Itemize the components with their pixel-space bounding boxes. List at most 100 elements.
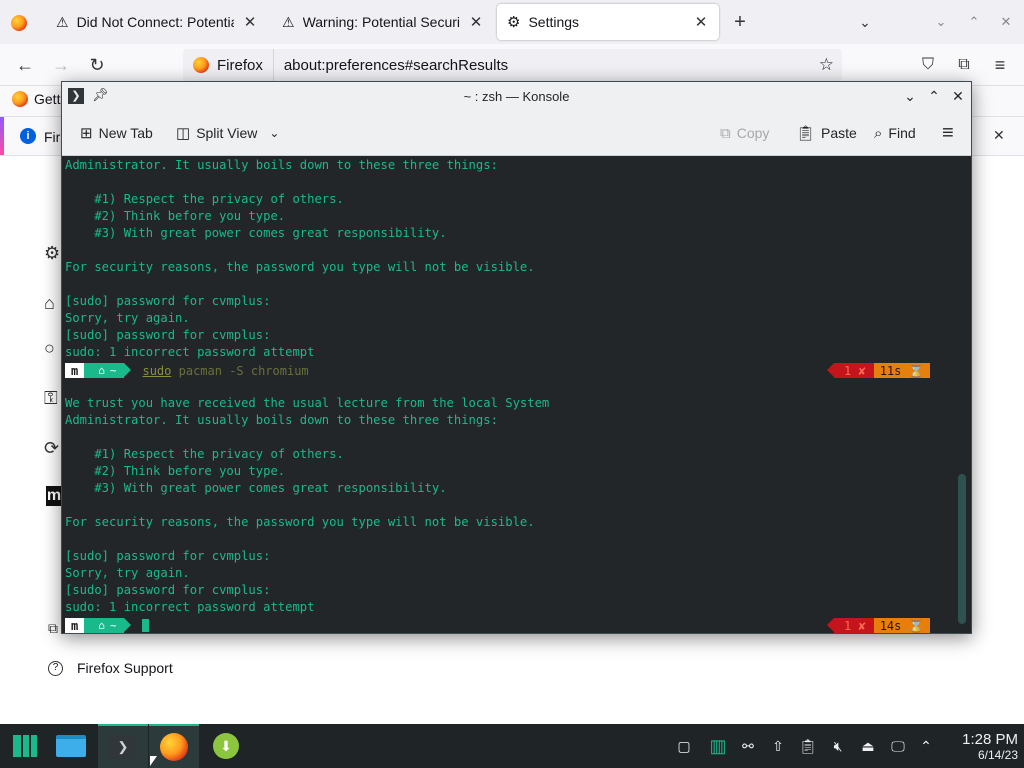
manjaro-logo-icon bbox=[13, 735, 37, 757]
usb-device-icon[interactable]: ⏏ bbox=[858, 734, 878, 758]
folder-icon bbox=[56, 735, 86, 757]
konsole-titlebar[interactable]: ❯ 📌︎ ~ : zsh — Konsole ⌄ ⌃ ✕ bbox=[62, 82, 971, 110]
konsole-app-icon[interactable]: ❯ bbox=[68, 88, 84, 104]
tab-settings[interactable]: ⚙ Settings ✕ bbox=[497, 4, 719, 40]
pocket-icon: ⛉ bbox=[921, 56, 934, 73]
network-icon[interactable]: 🖵︎ bbox=[888, 734, 908, 758]
prompt-line-2: m ⌂ ~ bbox=[65, 618, 150, 633]
show-desktop-icon[interactable]: ▢ bbox=[674, 734, 694, 758]
arrow-right-icon: → bbox=[52, 54, 70, 75]
new-tab-button[interactable]: ⊞ New Tab bbox=[74, 119, 159, 147]
url-bar[interactable]: Firefox about:preferences#searchResults … bbox=[183, 49, 842, 81]
window-title: ~ : zsh — Konsole bbox=[463, 88, 570, 104]
right-prompt-1: 1 ✘ 11s ⌛ bbox=[827, 363, 930, 378]
terminal-line: #1) Respect the privacy of others. bbox=[65, 447, 344, 461]
firefox-support-label: Firefox Support bbox=[77, 660, 173, 676]
tab-did-not-connect[interactable]: ⚠ Did Not Connect: Potential ✕ bbox=[46, 4, 268, 40]
konsole-window: ❯ 📌︎ ~ : zsh — Konsole ⌄ ⌃ ✕ ⊞ New Tab ◫… bbox=[61, 81, 972, 634]
find-label: Find bbox=[888, 125, 916, 141]
minimize-button[interactable]: ⌄ bbox=[930, 10, 952, 34]
mouse-cursor-icon bbox=[150, 756, 157, 766]
copy-label: Copy bbox=[736, 125, 770, 141]
firefox-view-button[interactable] bbox=[8, 12, 30, 34]
close-icon: ✕ bbox=[1000, 14, 1012, 29]
clipboard-manager-icon[interactable]: ▥ bbox=[708, 734, 728, 758]
maximize-button[interactable]: ⌃ bbox=[924, 86, 944, 106]
download-icon: ⬇ bbox=[213, 733, 239, 759]
terminal-line: [sudo] password for cvmplus: bbox=[65, 294, 271, 308]
lock-icon[interactable]: ⚿ bbox=[44, 387, 62, 409]
hamburger-menu-button[interactable]: ≡ bbox=[936, 119, 960, 147]
chevron-down-icon: ⌄ bbox=[859, 13, 871, 30]
pin-icon[interactable]: 📌︎ bbox=[92, 87, 109, 103]
maximize-button[interactable]: ⌃ bbox=[963, 10, 985, 34]
firefox-logo-icon bbox=[11, 15, 27, 31]
pocket-button[interactable]: ⛉ bbox=[916, 52, 940, 78]
sync-icon[interactable]: ⟳ bbox=[44, 437, 62, 459]
copy-button[interactable]: ⧉ Copy bbox=[714, 119, 775, 147]
close-notification-icon[interactable]: ✕ bbox=[993, 127, 1005, 144]
taskbar-konsole[interactable]: ❯ bbox=[98, 724, 148, 768]
bookmark-getting-started[interactable]: Gett bbox=[12, 91, 60, 107]
reload-icon: ↻ bbox=[89, 54, 105, 75]
taskbar-file-manager[interactable] bbox=[46, 724, 96, 768]
terminal-line: Sorry, try again. bbox=[65, 566, 190, 580]
back-button[interactable]: ← bbox=[12, 52, 38, 78]
identity-box[interactable]: Firefox bbox=[183, 49, 274, 81]
firefox-tab-bar: ⚠ Did Not Connect: Potential ✕ ⚠ Warning… bbox=[0, 0, 1024, 44]
firefox-support-link[interactable]: ? Firefox Support bbox=[48, 660, 173, 676]
home-icon: ⌂ bbox=[98, 619, 105, 632]
kde-connect-icon[interactable]: ⚯ bbox=[738, 734, 758, 758]
tab-title: Warning: Potential Securit bbox=[302, 14, 460, 30]
gear-icon[interactable]: ⚙ bbox=[44, 242, 62, 264]
list-all-tabs-button[interactable]: ⌄ bbox=[853, 10, 877, 34]
prompt-dir-label: ~ bbox=[109, 364, 117, 377]
paste-icon: 📋︎ bbox=[796, 125, 816, 142]
paste-button[interactable]: 📋︎ Paste bbox=[790, 119, 863, 147]
split-view-label: Split View bbox=[196, 125, 258, 141]
find-button[interactable]: ⌕ Find bbox=[868, 119, 922, 147]
command-rest: pacman -S chromium bbox=[171, 363, 309, 378]
forward-button[interactable]: → bbox=[48, 52, 74, 78]
prompt-dir-segment: ⌂ ~ bbox=[84, 618, 132, 633]
split-view-icon: ◫ bbox=[176, 125, 191, 142]
search-icon[interactable]: ○ bbox=[44, 337, 62, 359]
close-tab-icon[interactable]: ✕ bbox=[242, 13, 258, 31]
scrollbar-thumb[interactable] bbox=[958, 474, 966, 624]
terminal-line: [sudo] password for cvmplus: bbox=[65, 549, 271, 563]
prompt-dir-segment: ⌂ ~ bbox=[84, 363, 132, 378]
more-from-mozilla-icon[interactable]: m bbox=[46, 486, 62, 506]
exit-status-segment: 1 ✘ bbox=[827, 363, 874, 378]
bookmark-star-icon[interactable]: ☆ bbox=[819, 55, 842, 75]
terminal-line: Sorry, try again. bbox=[65, 311, 190, 325]
close-window-button[interactable]: ✕ bbox=[948, 86, 968, 106]
application-launcher[interactable] bbox=[0, 724, 50, 768]
minimize-button[interactable]: ⌄ bbox=[900, 86, 920, 106]
home-icon[interactable]: ⌂ bbox=[44, 292, 62, 314]
app-menu-button[interactable]: ≡ bbox=[988, 52, 1012, 78]
chevron-up-icon[interactable]: ⌃ bbox=[916, 734, 936, 758]
volume-muted-icon[interactable]: 🔇︎ bbox=[828, 734, 848, 758]
tab-warning-security[interactable]: ⚠ Warning: Potential Securit ✕ bbox=[272, 4, 494, 40]
close-tab-icon[interactable]: ✕ bbox=[468, 13, 484, 31]
split-view-button[interactable]: ◫ Split View ⌄ bbox=[170, 119, 285, 147]
terminal-line: [sudo] password for cvmplus: bbox=[65, 583, 271, 597]
reload-button[interactable]: ↻ bbox=[84, 52, 110, 78]
new-tab-button[interactable]: + bbox=[728, 10, 752, 34]
chevron-down-icon: ⌄ bbox=[935, 14, 947, 29]
close-tab-icon[interactable]: ✕ bbox=[693, 13, 709, 31]
puzzle-icon: ⧉ bbox=[958, 56, 970, 73]
close-window-button[interactable]: ✕ bbox=[995, 10, 1017, 34]
updates-icon[interactable]: ⇧ bbox=[768, 734, 788, 758]
terminal-line: #2) Think before you type. bbox=[65, 209, 286, 223]
terminal-view[interactable]: Administrator. It usually boils down to … bbox=[62, 156, 971, 633]
clipboard-icon[interactable]: 📋︎ bbox=[798, 734, 818, 758]
taskbar-downloader[interactable]: ⬇ bbox=[201, 724, 251, 768]
chevron-up-icon: ⌃ bbox=[928, 87, 940, 104]
url-text[interactable]: about:preferences#searchResults bbox=[274, 57, 819, 74]
extensions-button[interactable]: ⧉ bbox=[952, 52, 976, 78]
duration-segment: 14s ⌛ bbox=[873, 618, 930, 633]
digital-clock[interactable]: 1:28 PM 6/14/23 bbox=[946, 732, 1018, 763]
new-tab-icon: ⊞ bbox=[80, 125, 93, 142]
tab-title: Did Not Connect: Potential bbox=[76, 14, 234, 30]
